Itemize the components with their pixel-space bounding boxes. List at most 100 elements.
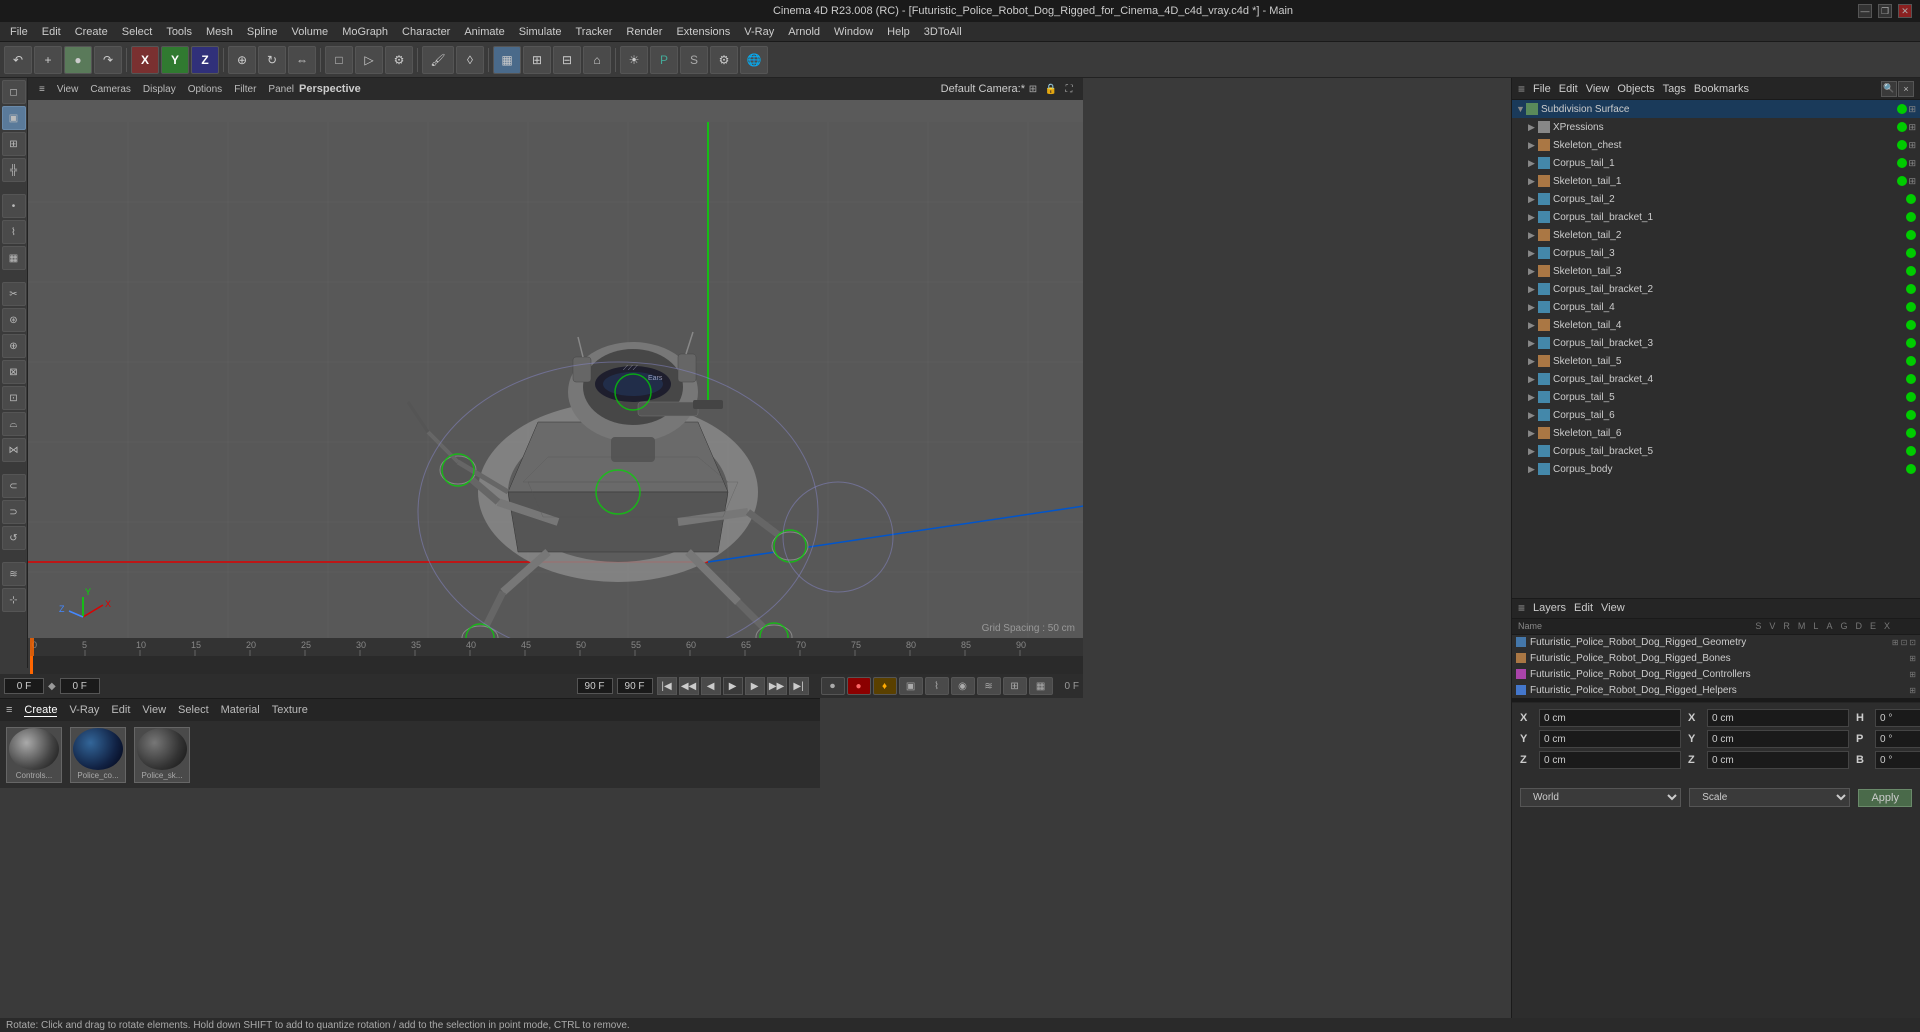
coord-scale-y[interactable] [1707, 730, 1849, 748]
mat-tab-material[interactable]: Material [221, 704, 260, 716]
coord-rot-b[interactable] [1875, 751, 1920, 769]
obj-toggle-ct1[interactable]: ▶ [1528, 158, 1538, 169]
window-controls[interactable]: — ❐ ✕ [1858, 4, 1912, 18]
obj-skeleton-tail-3[interactable]: ▶ Skeleton_tail_3 [1512, 262, 1920, 280]
menu-arnold[interactable]: Arnold [782, 24, 826, 40]
tool-edit-mode[interactable]: ▣ [2, 106, 26, 130]
maximize-button[interactable]: ❐ [1878, 4, 1892, 18]
transport-fcurve[interactable]: ⌇ [925, 677, 949, 695]
toolbar-mode-y[interactable]: Y [161, 46, 189, 74]
obj-corpus-tail-bracket-2[interactable]: ▶ Corpus_tail_bracket_2 [1512, 280, 1920, 298]
material-item-1[interactable]: Controls... [6, 727, 62, 783]
tool-knife[interactable]: ✂ [2, 282, 26, 306]
obj-corpus-tail-bracket-5[interactable]: ▶ Corpus_tail_bracket_5 [1512, 442, 1920, 460]
toolbar-redo[interactable]: ↷ [94, 46, 122, 74]
playback-play[interactable]: ▶ [723, 677, 743, 695]
obj-skeleton-tail-4[interactable]: ▶ Skeleton_tail_4 [1512, 316, 1920, 334]
mat-tab-vray[interactable]: V-Ray [69, 704, 99, 716]
layers-view[interactable]: View [1601, 602, 1625, 614]
frame-preview-start[interactable] [577, 678, 613, 694]
toolbar-poly[interactable]: ▦ [493, 46, 521, 74]
playback-next[interactable]: ▶ [745, 677, 765, 695]
vp-menu-panel[interactable]: Panel [263, 82, 299, 97]
obj-eye-sc[interactable]: ⊞ [1908, 140, 1916, 151]
toolbar-add[interactable]: + [34, 46, 62, 74]
mat-menu-toggle[interactable]: ≡ [6, 704, 12, 716]
menu-mesh[interactable]: Mesh [200, 24, 239, 40]
minimize-button[interactable]: — [1858, 4, 1872, 18]
coord-rot-p[interactable] [1875, 730, 1920, 748]
menu-select[interactable]: Select [116, 24, 159, 40]
obj-xpressions[interactable]: ▶ XPressions ⊞ [1512, 118, 1920, 136]
vp-home-btn[interactable]: ⊞ [1025, 81, 1041, 97]
material-item-2[interactable]: Police_co... [70, 727, 126, 783]
menu-window[interactable]: Window [828, 24, 879, 40]
layer-helpers[interactable]: Futuristic_Police_Robot_Dog_Rigged_Helpe… [1512, 682, 1920, 698]
obj-panel-bookmarks[interactable]: Bookmarks [1694, 83, 1749, 95]
layer-geometry[interactable]: Futuristic_Police_Robot_Dog_Rigged_Geome… [1512, 635, 1920, 651]
menu-character[interactable]: Character [396, 24, 456, 40]
coord-scale-dropdown[interactable]: Scale Size [1689, 788, 1850, 807]
obj-corpus-tail-bracket-3[interactable]: ▶ Corpus_tail_bracket_3 [1512, 334, 1920, 352]
object-list[interactable]: ▼ Subdivision Surface ⊞ ▶ XPressions ⊞ ▶… [1512, 100, 1920, 598]
tool-loop[interactable]: ⊂ [2, 474, 26, 498]
vp-menu-cameras[interactable]: Cameras [85, 82, 136, 97]
transport-record[interactable]: ● [847, 677, 871, 695]
tool-points[interactable]: • [2, 194, 26, 218]
obj-skeleton-tail-1[interactable]: ▶ Skeleton_tail_1 ⊞ [1512, 172, 1920, 190]
obj-vis-ct1[interactable] [1897, 158, 1907, 168]
menu-edit[interactable]: Edit [36, 24, 67, 40]
mat-tab-create[interactable]: Create [24, 704, 57, 717]
toolbar-grid[interactable]: ⊟ [553, 46, 581, 74]
transport-grid[interactable]: ⊞ [1003, 677, 1027, 695]
menu-render[interactable]: Render [620, 24, 668, 40]
playback-goto-start[interactable]: |◀ [657, 677, 677, 695]
vp-expand-btn[interactable]: ⛶ [1061, 81, 1077, 97]
obj-corpus-tail-6[interactable]: ▶ Corpus_tail_6 [1512, 406, 1920, 424]
tool-weld[interactable]: ⊕ [2, 334, 26, 358]
toolbar-sculpt[interactable]: ◊ [456, 46, 484, 74]
menu-tracker[interactable]: Tracker [570, 24, 619, 40]
obj-corpus-tail-5[interactable]: ▶ Corpus_tail_5 [1512, 388, 1920, 406]
layer-controllers[interactable]: Futuristic_Police_Robot_Dog_Rigged_Contr… [1512, 666, 1920, 682]
obj-skeleton-tail-2[interactable]: ▶ Skeleton_tail_2 [1512, 226, 1920, 244]
coord-z-pos[interactable] [1539, 751, 1681, 769]
apply-button[interactable]: Apply [1858, 789, 1912, 807]
playback-next-frame[interactable]: ▶▶ [767, 677, 787, 695]
menu-extensions[interactable]: Extensions [670, 24, 736, 40]
layers-edit[interactable]: Edit [1574, 602, 1593, 614]
obj-toggle-st1[interactable]: ▶ [1528, 176, 1538, 187]
toolbar-light[interactable]: ☀ [620, 46, 648, 74]
coord-world-dropdown[interactable]: World Object [1520, 788, 1681, 807]
menu-file[interactable]: File [4, 24, 34, 40]
scene-area[interactable]: Ears ⟋⟋⟋ X Y Z Grid Spacing : 50 cm [28, 100, 1083, 638]
obj-panel-objects[interactable]: Objects [1617, 83, 1654, 95]
obj-corpus-tail-2[interactable]: ▶ Corpus_tail_2 [1512, 190, 1920, 208]
tool-bridge[interactable]: ⋈ [2, 438, 26, 462]
tool-slide[interactable]: ⊃ [2, 500, 26, 524]
tool-texture-mode[interactable]: ⊞ [2, 132, 26, 156]
obj-panel-menu-toggle[interactable]: ≡ [1518, 82, 1525, 96]
vp-menu-filter[interactable]: Filter [229, 82, 261, 97]
toolbar-net[interactable]: 🌐 [740, 46, 768, 74]
menu-vray[interactable]: V-Ray [738, 24, 780, 40]
toolbar-sm[interactable]: ⊞ [523, 46, 551, 74]
playback-goto-end[interactable]: ▶| [789, 677, 809, 695]
coord-scale-z[interactable] [1707, 751, 1849, 769]
obj-toggle-xp[interactable]: ▶ [1528, 122, 1538, 133]
obj-eye-ct1[interactable]: ⊞ [1908, 158, 1916, 169]
vp-menu-view[interactable]: View [52, 82, 84, 97]
obj-skeleton-tail-5[interactable]: ▶ Skeleton_tail_5 [1512, 352, 1920, 370]
vp-menu-display[interactable]: Display [138, 82, 181, 97]
timeline-track[interactable] [30, 656, 1083, 674]
obj-panel-tags[interactable]: Tags [1663, 83, 1686, 95]
tool-spin[interactable]: ↺ [2, 526, 26, 550]
obj-panel-view[interactable]: View [1586, 83, 1610, 95]
toolbar-settings[interactable]: ⚙ [385, 46, 413, 74]
tool-bevel[interactable]: ⌓ [2, 412, 26, 436]
obj-toggle-sc[interactable]: ▶ [1528, 140, 1538, 151]
vp-menu-toggle[interactable]: ≡ [34, 82, 50, 97]
menu-help[interactable]: Help [881, 24, 916, 40]
obj-corpus-body[interactable]: ▶ Corpus_body [1512, 460, 1920, 478]
layers-menu-toggle[interactable]: ≡ [1518, 601, 1525, 615]
